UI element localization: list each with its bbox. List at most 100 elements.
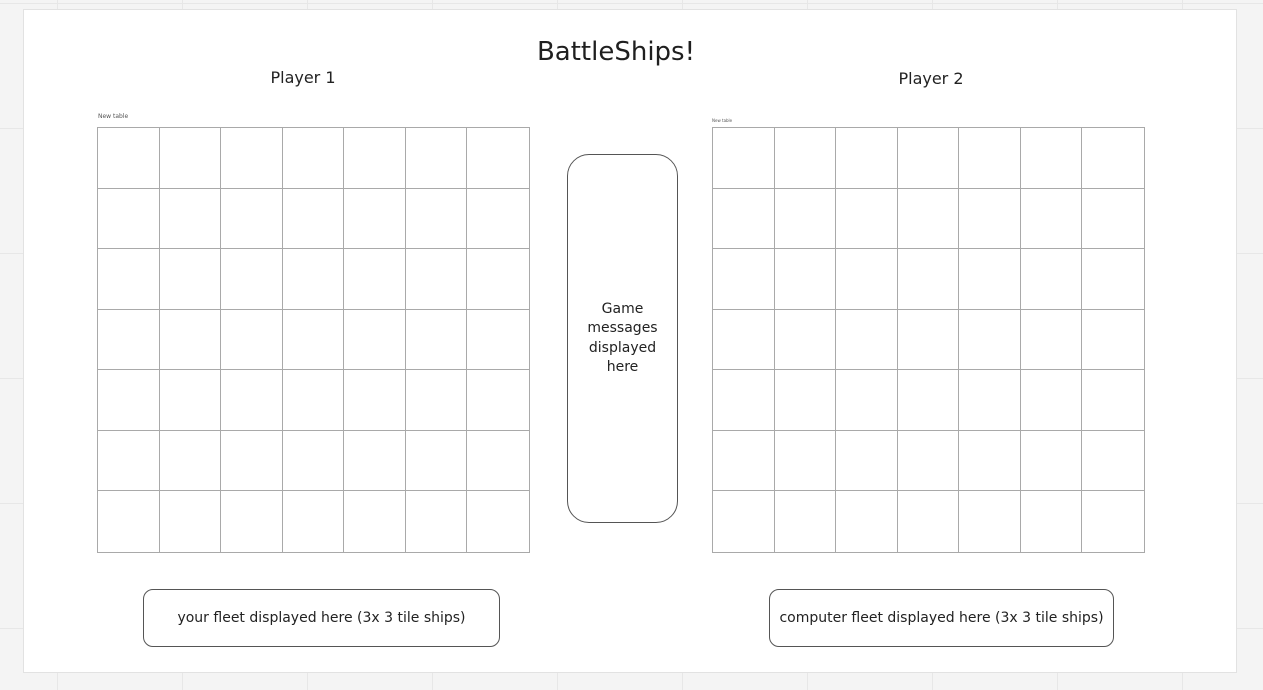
player-2-board-cell[interactable] — [713, 370, 775, 431]
player-2-board-cell[interactable] — [1020, 430, 1083, 492]
player-2-board-cell[interactable] — [774, 128, 837, 189]
player-1-board-cell[interactable] — [98, 128, 160, 189]
player-2-board-cell[interactable] — [959, 491, 1021, 552]
player-2-board-cell[interactable] — [1082, 370, 1144, 431]
player-1-board-cell[interactable] — [405, 309, 468, 371]
player-1-board-cell[interactable] — [344, 491, 406, 552]
player-1-board-cell[interactable] — [344, 128, 406, 189]
player-1-label: Player 1 — [270, 68, 336, 87]
player-2-board-cell[interactable] — [836, 128, 898, 189]
player-1-board-cell[interactable] — [405, 430, 468, 492]
player-1-board-cell[interactable] — [344, 430, 406, 492]
player-2-board-cell[interactable] — [713, 491, 775, 552]
player-2-board-cell[interactable] — [1082, 491, 1144, 552]
player-2-board-cell[interactable] — [774, 249, 837, 310]
player-2-board-cell[interactable] — [1020, 370, 1083, 431]
player-1-board-cell[interactable] — [467, 249, 529, 310]
player-2-board-cell[interactable] — [713, 249, 775, 310]
player-1-board-cell[interactable] — [159, 370, 222, 431]
player-2-board-cell[interactable] — [959, 370, 1021, 431]
player-2-board-cell[interactable] — [1020, 309, 1083, 371]
player-1-board-cell[interactable] — [467, 128, 529, 189]
player-1-board-cell[interactable] — [467, 310, 529, 371]
player-2-board-cell[interactable] — [897, 188, 960, 250]
player-1-board-cell[interactable] — [159, 128, 222, 189]
player-2-board-cell[interactable] — [897, 249, 960, 310]
player-1-board-cell[interactable] — [282, 188, 345, 250]
player-1-board-cell[interactable] — [282, 370, 345, 431]
player-2-board-cell[interactable] — [959, 249, 1021, 310]
player-2-board-cell[interactable] — [897, 309, 960, 371]
player-2-board-cell[interactable] — [897, 430, 960, 492]
player-2-board-cell[interactable] — [836, 249, 898, 310]
player-1-board-cell[interactable] — [159, 430, 222, 492]
player-2-board-cell[interactable] — [1082, 310, 1144, 371]
player-1-board-cell[interactable] — [98, 491, 160, 552]
player-1-board-cell[interactable] — [405, 128, 468, 189]
player-2-board-cell[interactable] — [774, 188, 837, 250]
player-2-board-cell[interactable] — [1082, 189, 1144, 250]
player-1-board-cell[interactable] — [282, 430, 345, 492]
player-1-board-cell[interactable] — [98, 188, 160, 250]
player-2-board-cell[interactable] — [836, 370, 898, 431]
player-2-board-cell[interactable] — [713, 309, 775, 371]
player-2-board-cell[interactable] — [775, 491, 837, 552]
player-1-board-cell[interactable] — [221, 309, 283, 371]
player-1-board-cell[interactable] — [160, 491, 222, 552]
player-2-board-cell[interactable] — [897, 128, 960, 189]
player-1-board-cell[interactable] — [98, 370, 160, 431]
player-2-board-cell[interactable] — [959, 128, 1021, 189]
player-1-board-cell[interactable] — [467, 491, 529, 552]
player-2-board-cell[interactable] — [713, 128, 775, 189]
player-2-board-cell[interactable] — [1020, 128, 1083, 189]
player-2-board-cell[interactable] — [898, 491, 960, 552]
player-2-board-cell[interactable] — [1082, 431, 1144, 492]
player-1-board-cell[interactable] — [467, 431, 529, 492]
player-1-board-cell[interactable] — [221, 430, 283, 492]
player-2-board-cell[interactable] — [959, 188, 1021, 250]
player-1-board-cell[interactable] — [344, 188, 406, 250]
player-1-board-cell[interactable] — [282, 309, 345, 371]
player-2-board-cell[interactable] — [1020, 249, 1083, 310]
player-1-board-cell[interactable] — [467, 370, 529, 431]
player-2-board-cell[interactable] — [836, 491, 898, 552]
player-2-board-cell[interactable] — [774, 309, 837, 371]
player-1-board-cell[interactable] — [159, 249, 222, 310]
player-2-board-cell[interactable] — [774, 370, 837, 431]
player-1-board-cell[interactable] — [159, 309, 222, 371]
player-1-board-cell[interactable] — [98, 430, 160, 492]
player-1-board-cell[interactable] — [98, 309, 160, 371]
player-1-board-cell[interactable] — [221, 491, 283, 552]
player-2-board-cell[interactable] — [959, 309, 1021, 371]
player-1-board-cell[interactable] — [405, 249, 468, 310]
player-2-board-cell[interactable] — [774, 430, 837, 492]
player-2-board-cell[interactable] — [836, 430, 898, 492]
player-1-board-cell[interactable] — [406, 491, 468, 552]
player-1-board-cell[interactable] — [221, 249, 283, 310]
player-1-board-cell[interactable] — [221, 128, 283, 189]
player-1-board-cell[interactable] — [282, 128, 345, 189]
player-2-board-cell[interactable] — [959, 430, 1021, 492]
player-2-board-cell[interactable] — [1021, 491, 1083, 552]
player-2-board-cell[interactable] — [713, 430, 775, 492]
page-title: BattleShips! — [536, 37, 696, 67]
player-1-board-cell[interactable] — [344, 370, 406, 431]
player-1-board-cell[interactable] — [467, 189, 529, 250]
player-2-board-cell[interactable] — [836, 188, 898, 250]
player-2-board-cell[interactable] — [897, 370, 960, 431]
player-2-board-cell[interactable] — [1020, 188, 1083, 250]
player-1-board-cell[interactable] — [344, 249, 406, 310]
player-1-board-cell[interactable] — [344, 309, 406, 371]
player-2-board-cell[interactable] — [713, 188, 775, 250]
player-1-board-cell[interactable] — [283, 491, 345, 552]
player-1-board-cell[interactable] — [98, 249, 160, 310]
player-1-board-cell[interactable] — [405, 188, 468, 250]
player-1-board-cell[interactable] — [221, 188, 283, 250]
player-1-board-cell[interactable] — [405, 370, 468, 431]
player-2-board-cell[interactable] — [836, 309, 898, 371]
player-1-board-cell[interactable] — [282, 249, 345, 310]
player-2-board-cell[interactable] — [1082, 128, 1144, 189]
player-1-board-cell[interactable] — [159, 188, 222, 250]
player-1-board-cell[interactable] — [221, 370, 283, 431]
player-2-board-cell[interactable] — [1082, 249, 1144, 310]
